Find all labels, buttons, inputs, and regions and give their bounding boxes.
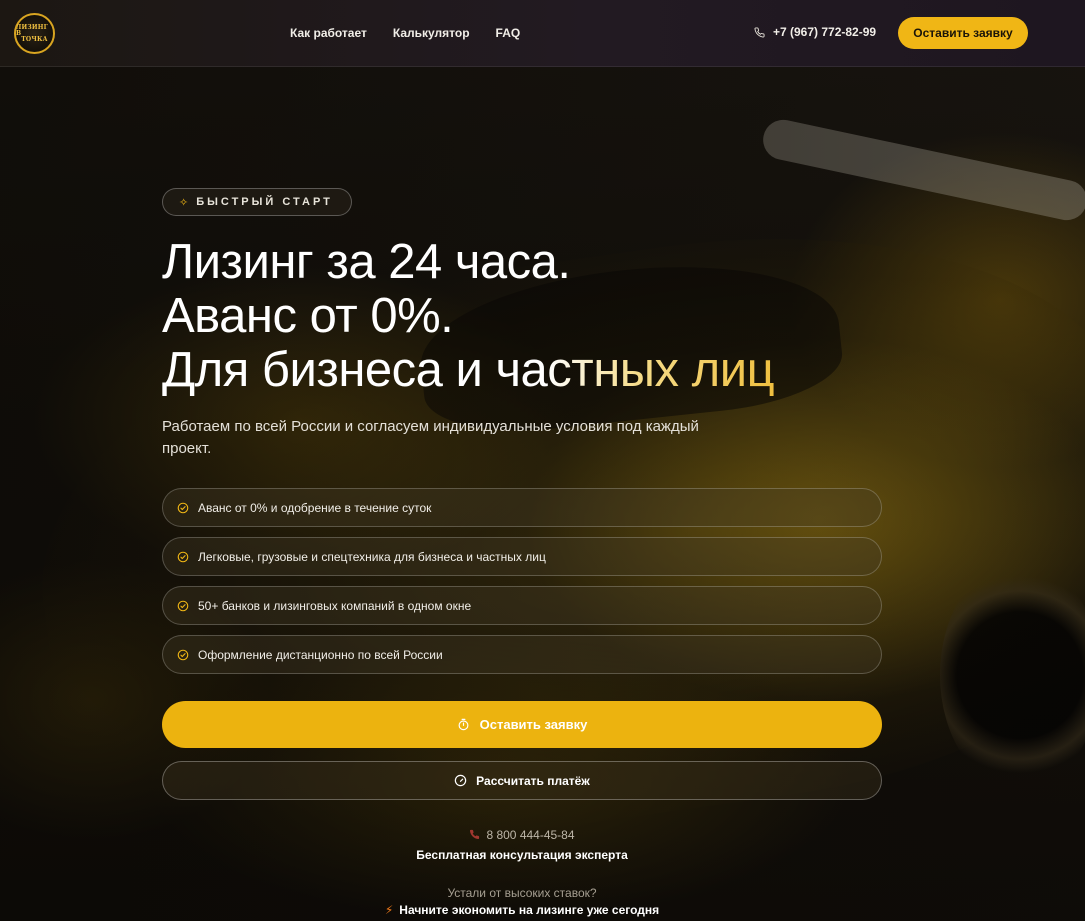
feature-item: Аванс от 0% и одобрение в течение суток: [162, 488, 882, 527]
phone-icon: [754, 26, 765, 37]
savings-callout: Устали от высоких ставок? ⚡ Начните экон…: [162, 886, 882, 919]
phone-icon: [470, 829, 480, 840]
feature-text: 50+ банков и лизинговых компаний в одном…: [198, 598, 472, 613]
savings-answer: ⚡ Начните экономить на лизинге уже сегод…: [385, 903, 659, 917]
consultation-text: Бесплатная консультация эксперта: [416, 848, 628, 862]
header-phone-link[interactable]: +7 (967) 772-82-99: [754, 25, 876, 39]
consultation-block: 8 800 444-45-84 Бесплатная консультация …: [162, 827, 882, 863]
calculate-payment-label: Рассчитать платёж: [476, 773, 590, 788]
hero-title-line3-plain: Для бизнеса и ча: [162, 343, 548, 397]
feature-text: Легковые, грузовые и спецтехника для биз…: [198, 549, 546, 564]
nav-item-calculator[interactable]: Калькулятор: [393, 26, 470, 40]
hero-title-line3-highlight: стных лиц: [547, 343, 775, 397]
main-nav: Как работает Калькулятор FAQ: [290, 26, 520, 40]
feature-item: Легковые, грузовые и спецтехника для биз…: [162, 537, 882, 576]
nav-item-faq[interactable]: FAQ: [496, 26, 521, 40]
hero-badge-label: БЫСТРЫЙ СТАРТ: [196, 196, 333, 208]
logo-line1: ЛИЗИНГ В: [16, 23, 48, 37]
check-circle-icon: [177, 649, 189, 660]
savings-question: Устали от высоких ставок?: [447, 886, 597, 900]
consultation-phone-link[interactable]: 8 800 444-45-84: [469, 827, 575, 842]
request-button[interactable]: Оставить заявку: [162, 701, 882, 748]
hero-title: Лизинг за 24 часа. Аванс от 0%. Для бизн…: [162, 235, 882, 397]
hero-title-line3: Для бизнеса и частных лиц: [162, 343, 882, 397]
logo-line2: ТОЧКА: [21, 35, 48, 43]
request-button-label: Оставить заявку: [479, 717, 588, 732]
bolt-icon: ⚡: [384, 903, 394, 917]
check-circle-icon: [177, 551, 189, 562]
feature-item: 50+ банков и лизинговых компаний в одном…: [162, 586, 882, 625]
header-phone-number: +7 (967) 772-82-99: [773, 25, 877, 39]
hero-section: ✧ БЫСТРЫЙ СТАРТ Лизинг за 24 часа. Аванс…: [162, 188, 882, 919]
check-circle-icon: [177, 600, 189, 611]
gauge-icon: [454, 774, 467, 787]
hero-badge: ✧ БЫСТРЫЙ СТАРТ: [162, 188, 352, 216]
header-request-button[interactable]: Оставить заявку: [898, 17, 1028, 49]
site-header: ЛИЗИНГ В ТОЧКА Как работает Калькулятор …: [0, 0, 1085, 67]
feature-text: Аванс от 0% и одобрение в течение суток: [198, 500, 432, 515]
calculate-payment-button[interactable]: Рассчитать платёж: [162, 761, 882, 800]
logo[interactable]: ЛИЗИНГ В ТОЧКА: [14, 13, 55, 54]
feature-text: Оформление дистанционно по всей России: [198, 647, 443, 662]
check-circle-icon: [177, 502, 189, 513]
stopwatch-icon: [458, 718, 469, 731]
hero-title-line2: Аванс от 0%.: [162, 289, 454, 343]
nav-item-how-it-works[interactable]: Как работает: [290, 26, 367, 40]
sparkle-icon: ✧: [179, 196, 189, 209]
hero-title-line1: Лизинг за 24 часа.: [162, 235, 571, 289]
feature-item: Оформление дистанционно по всей России: [162, 635, 882, 674]
feature-list: Аванс от 0% и одобрение в течение суток …: [162, 488, 882, 674]
savings-answer-text: Начните экономить на лизинге уже сегодня: [399, 903, 660, 917]
hero-lead: Работаем по всей России и согласуем инди…: [162, 418, 699, 457]
consultation-phone-number: 8 800 444-45-84: [486, 827, 575, 842]
